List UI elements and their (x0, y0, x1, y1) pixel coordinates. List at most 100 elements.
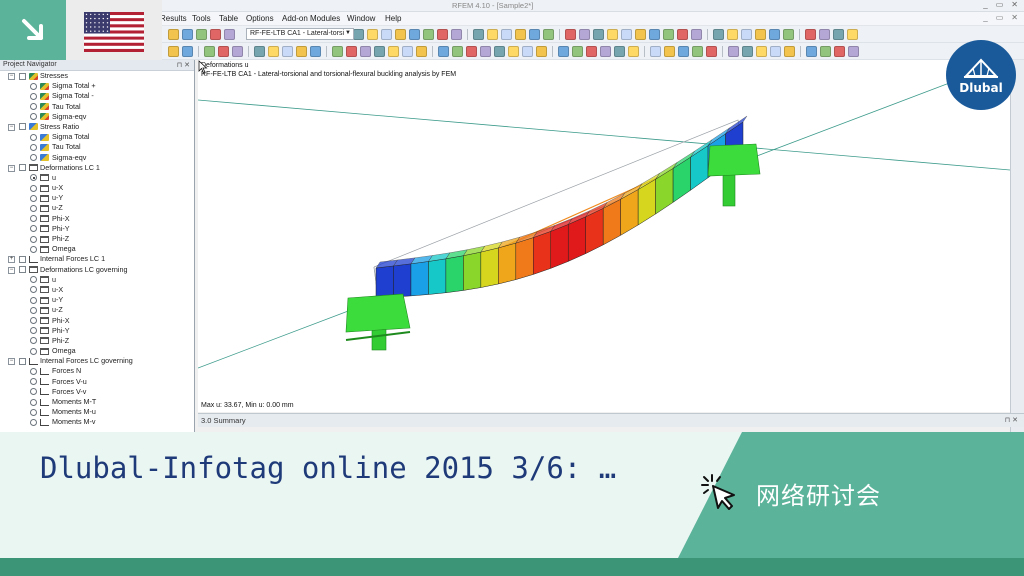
toolbar-icon[interactable] (728, 46, 739, 57)
toolbar-icon[interactable] (607, 29, 618, 40)
toolbar-icon[interactable] (466, 46, 477, 57)
expand-icon[interactable]: + (8, 256, 15, 264)
toolbar-icon[interactable] (487, 29, 498, 40)
toolbar-icon[interactable] (224, 29, 235, 40)
toolbar-icon[interactable] (848, 46, 859, 57)
menu-results[interactable]: Results (160, 14, 187, 23)
tree-radio[interactable] (30, 367, 37, 375)
tree-radio[interactable] (30, 235, 37, 243)
toolbar-icon[interactable] (614, 46, 625, 57)
toolbar-icon[interactable] (784, 46, 795, 57)
tree-radio[interactable] (30, 154, 37, 161)
tree-item[interactable]: u-Z (0, 203, 194, 213)
tree-radio[interactable] (30, 337, 37, 345)
toolbar-icon[interactable] (650, 46, 661, 57)
toolbar-icon[interactable] (529, 29, 540, 40)
tree-item[interactable]: u (0, 275, 194, 285)
tree-folder[interactable]: + Internal Forces LC 1 (0, 254, 194, 264)
tree-item[interactable]: u-Y (0, 295, 194, 305)
toolbar-icon[interactable] (558, 46, 569, 57)
tree-radio[interactable] (30, 215, 37, 223)
tree-folder[interactable]: − Stresses (0, 71, 194, 81)
tree-item[interactable]: Phi-Z (0, 336, 194, 346)
tree-folder[interactable]: − Internal Forces LC governing (0, 356, 194, 366)
toolbar-icon[interactable] (508, 46, 519, 57)
tree-item[interactable]: u-Y (0, 193, 194, 203)
toolbar-icon[interactable] (755, 29, 766, 40)
toolbar-icon[interactable] (834, 46, 845, 57)
tree-checkbox[interactable] (19, 255, 26, 263)
toolbar-icon[interactable] (480, 46, 491, 57)
toolbar-icon[interactable] (451, 29, 462, 40)
toolbar-icon[interactable] (664, 46, 675, 57)
tree-radio[interactable] (30, 194, 37, 202)
toolbar-icon[interactable] (367, 29, 378, 40)
navigator-pin-close[interactable]: ⊓ ✕ (177, 61, 190, 69)
toolbar-icon[interactable] (713, 29, 724, 40)
toolbar-icon[interactable] (691, 29, 702, 40)
tree-folder[interactable]: − Stress Ratio (0, 122, 194, 132)
toolbar-icon[interactable] (770, 46, 781, 57)
menu-window[interactable]: Window (347, 14, 375, 23)
toolbar-icon[interactable] (381, 29, 392, 40)
collapse-icon[interactable]: − (8, 164, 15, 172)
toolbar-icon[interactable] (742, 46, 753, 57)
toolbar-icon[interactable] (663, 29, 674, 40)
toolbar-icon[interactable] (168, 46, 179, 57)
tree-radio[interactable] (30, 418, 37, 426)
toolbar-icon[interactable] (522, 46, 533, 57)
tree-radio[interactable] (30, 184, 37, 192)
toolbar-icon[interactable] (635, 29, 646, 40)
collapse-icon[interactable]: − (8, 266, 15, 274)
toolbar-icon[interactable] (600, 46, 611, 57)
tree-item[interactable]: Forces N (0, 366, 194, 376)
close-button[interactable]: ✕ (1011, 0, 1018, 9)
tree-item[interactable]: Sigma Total (0, 132, 194, 142)
tree-checkbox[interactable] (19, 266, 26, 274)
menu-add-on-modules[interactable]: Add-on Modules (282, 14, 340, 23)
tree-radio[interactable] (30, 143, 37, 151)
toolbar-icon[interactable] (677, 29, 688, 40)
3d-view[interactable]: Deformations u RF-FE-LTB CA1 - Lateral-t… (198, 60, 1010, 412)
toolbar-icon[interactable] (353, 29, 364, 40)
menu-table[interactable]: Table (219, 14, 238, 23)
collapse-icon[interactable]: − (8, 73, 15, 80)
toolbar-icon[interactable] (628, 46, 639, 57)
collapse-icon[interactable]: − (8, 358, 15, 366)
maximize-button[interactable]: ▭ (996, 0, 1004, 9)
tree-item[interactable]: Moments M-u (0, 407, 194, 417)
tree-item[interactable]: Phi-X (0, 214, 194, 224)
vertical-scrollbar[interactable] (1010, 60, 1024, 432)
tree-radio[interactable] (30, 92, 37, 100)
tree-radio[interactable] (30, 347, 37, 355)
toolbar-icon[interactable] (423, 29, 434, 40)
toolbar-icon[interactable] (346, 46, 357, 57)
toolbar-icon[interactable] (741, 29, 752, 40)
tree-item[interactable]: Phi-Y (0, 224, 194, 234)
minimize-button[interactable]: _ (983, 0, 987, 9)
tree-item[interactable]: Moments M-T (0, 397, 194, 407)
menu-options[interactable]: Options (246, 14, 274, 23)
tree-item[interactable]: Forces V-v (0, 387, 194, 397)
tree-radio[interactable] (30, 398, 37, 406)
tree-item[interactable]: Phi-Z (0, 234, 194, 244)
toolbar-icon[interactable] (543, 29, 554, 40)
tree-item[interactable]: u-Z (0, 305, 194, 315)
tree-item[interactable]: Sigma Total + (0, 81, 194, 91)
load-case-select[interactable]: RF-FE-LTB CA1 - Lateral-torsi ▼ (246, 28, 354, 40)
toolbar-icon[interactable] (501, 29, 512, 40)
tree-radio[interactable] (30, 82, 37, 90)
tree-checkbox[interactable] (19, 357, 26, 365)
tree-radio[interactable] (30, 317, 37, 324)
toolbar-icon[interactable] (232, 46, 243, 57)
tree-radio[interactable] (30, 133, 37, 141)
menu-help[interactable]: Help (385, 14, 401, 23)
collapse-icon[interactable]: − (8, 123, 15, 131)
toolbar-icon[interactable] (649, 29, 660, 40)
tree-item[interactable]: Omega (0, 244, 194, 254)
toolbar-icon[interactable] (182, 46, 193, 57)
toolbar-icon[interactable] (218, 46, 229, 57)
tree-radio[interactable] (30, 327, 37, 335)
toolbar-icon[interactable] (621, 29, 632, 40)
tree-folder[interactable]: − Deformations LC 1 (0, 163, 194, 173)
